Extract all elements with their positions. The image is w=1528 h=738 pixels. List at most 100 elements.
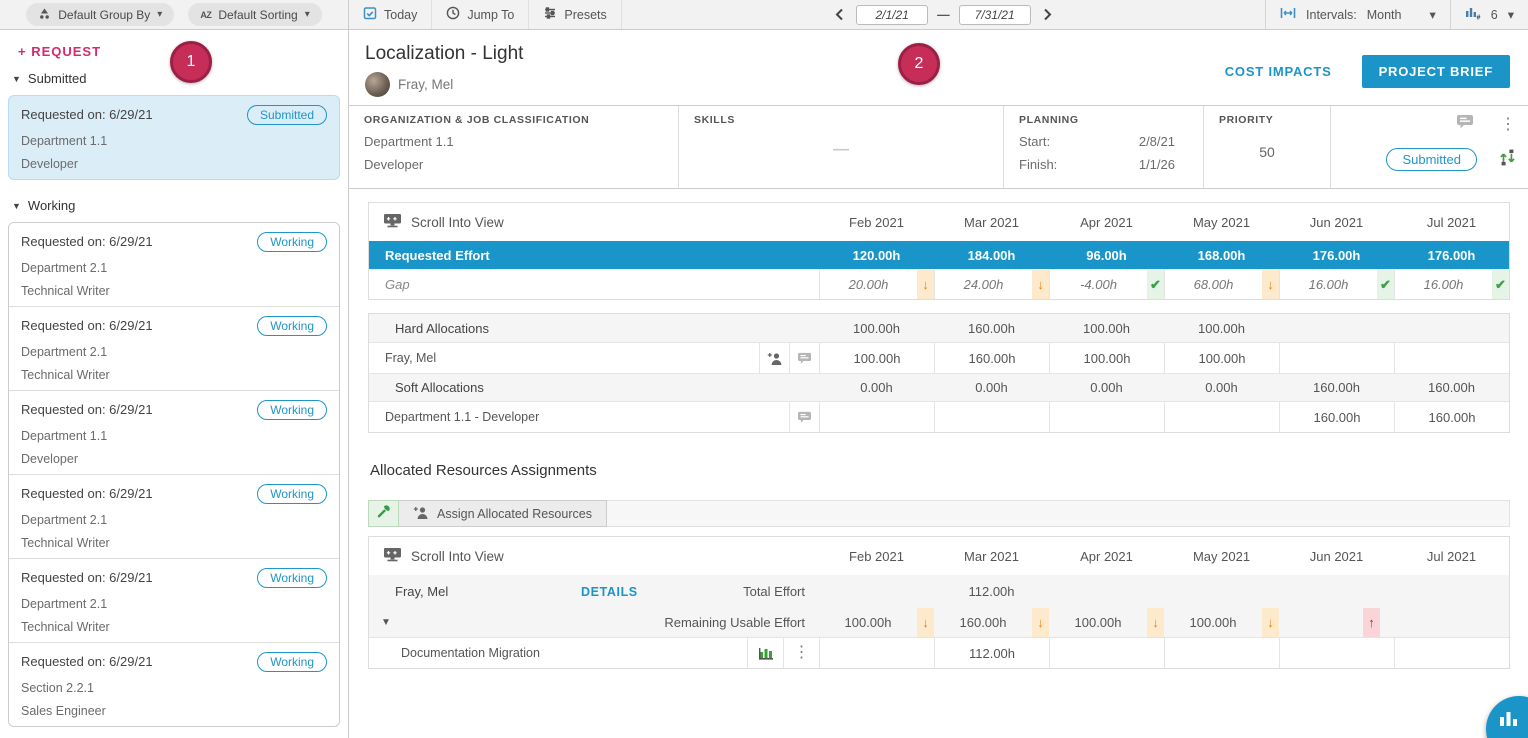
owner-name: Fray, Mel <box>398 77 453 92</box>
tools-button[interactable] <box>368 500 399 527</box>
expand-collapse-icon[interactable]: ▼ <box>369 617 581 628</box>
alloc-cell <box>1049 402 1164 432</box>
soft-allocations-row: Soft Allocations 0.00h 0.00h 0.00h 0.00h… <box>369 373 1509 401</box>
scroll-into-view-button[interactable]: Scroll Into View <box>369 547 504 565</box>
sorting-dropdown[interactable]: AZ Default Sorting ▾ <box>188 3 321 26</box>
request-card[interactable]: Requested on: 6/29/21 Working Department… <box>9 306 339 390</box>
request-card[interactable]: Requested on: 6/29/21 Working Department… <box>9 390 339 474</box>
task-cell: 112.00h <box>934 638 1049 668</box>
month-header: Apr 2021 <box>1049 537 1164 575</box>
alloc-total-cell <box>1279 314 1394 342</box>
date-range-control: — <box>622 5 1265 25</box>
visible-intervals-dropdown[interactable]: # 6 ▾ <box>1450 0 1528 29</box>
jump-to-button[interactable]: Jump To <box>432 0 529 29</box>
down-indicator-icon: ↓ <box>1032 608 1049 637</box>
intervals-value: Month <box>1367 8 1402 22</box>
status-badge: Working <box>257 484 327 504</box>
workflow-status-icon[interactable] <box>1499 149 1516 171</box>
priority-cell: PRIORITY 50 <box>1204 106 1331 188</box>
request-card[interactable]: Requested on: 6/29/21 Working Department… <box>9 558 339 642</box>
soft-resource-row: Department 1.1 - Developer 160.00h 160.0… <box>369 401 1509 432</box>
assignments-toolbar: Assign Allocated Resources <box>368 500 1510 527</box>
remaining-cell: 100.00h ↓ <box>1164 608 1279 637</box>
sorting-label: Default Sorting <box>218 8 297 22</box>
request-date: Requested on: 6/29/21 <box>21 652 153 669</box>
effort-cell: 184.00h <box>934 241 1049 269</box>
total-effort-label: Total Effort <box>743 584 819 599</box>
assign-allocated-resources-button[interactable]: Assign Allocated Resources <box>399 500 607 527</box>
group-by-dropdown[interactable]: Default Group By ▾ <box>26 3 174 26</box>
month-header: Jul 2021 <box>1394 203 1509 241</box>
today-label: Today <box>384 8 417 22</box>
request-org: Section 2.2.1 <box>21 681 327 695</box>
month-header: May 2021 <box>1164 203 1279 241</box>
total-effort-cell <box>1049 575 1164 608</box>
intervals-dropdown[interactable]: Month ▾ <box>1367 7 1436 22</box>
requests-list: + REQUEST ▼ Submitted Requested on: 6/29… <box>0 30 348 738</box>
alloc-total-cell: 100.00h <box>1164 314 1279 342</box>
alloc-cell <box>819 402 934 432</box>
intervals-icon <box>1280 7 1296 22</box>
month-header: May 2021 <box>1164 537 1279 575</box>
cost-impacts-link[interactable]: COST IMPACTS <box>1225 64 1332 79</box>
more-options-icon[interactable]: ⋮ <box>1500 117 1516 133</box>
chevron-down-icon: ▾ <box>157 9 162 20</box>
request-card[interactable]: Requested on: 6/29/21 Working Department… <box>9 223 339 306</box>
resource-name: Fray, Mel <box>369 584 581 599</box>
request-card[interactable]: Requested on: 6/29/21 Working Department… <box>9 474 339 558</box>
priority-label: PRIORITY <box>1219 114 1315 126</box>
assign-person-icon[interactable] <box>759 343 789 373</box>
request-org: Department 2.1 <box>21 345 327 359</box>
more-options-icon[interactable]: ⋮ <box>783 638 819 668</box>
effort-cell: 96.00h <box>1049 241 1164 269</box>
comment-icon[interactable] <box>1456 114 1474 135</box>
sidebar-topbar: Default Group By ▾ AZ Default Sorting ▾ <box>0 0 348 30</box>
app-window: Default Group By ▾ AZ Default Sorting ▾ … <box>0 0 1528 738</box>
gap-row: Gap 20.00h ↓ 24.00h ↓ -4.00h ✔ 68.00h <box>369 269 1509 299</box>
project-brief-button[interactable]: PROJECT BRIEF <box>1362 55 1510 88</box>
total-effort-cell <box>1164 575 1279 608</box>
range-dash: — <box>937 8 950 22</box>
requested-effort-grid: Scroll Into View Feb 2021 Mar 2021 Apr 2… <box>368 202 1510 300</box>
main-panel: Today Jump To Presets — <box>349 0 1528 738</box>
remaining-cell <box>1394 608 1509 637</box>
gap-label: Gap <box>369 270 819 299</box>
alloc-cell <box>934 402 1049 432</box>
alloc-total-cell: 160.00h <box>934 314 1049 342</box>
request-date: Requested on: 6/29/21 <box>21 232 153 249</box>
alloc-cell: 100.00h <box>1164 343 1279 373</box>
task-cell <box>819 638 934 668</box>
section-collapse-icon: ▼ <box>12 74 21 84</box>
requests-sidebar: Default Group By ▾ AZ Default Sorting ▾ … <box>0 0 349 738</box>
presets-button[interactable]: Presets <box>529 0 621 29</box>
range-prev-button[interactable] <box>832 6 847 23</box>
group-by-label: Default Group By <box>58 8 150 22</box>
range-end-input[interactable] <box>959 5 1031 25</box>
gap-check-indicator-icon: ✔ <box>1377 270 1394 299</box>
request-role: Developer <box>21 452 327 466</box>
range-start-input[interactable] <box>856 5 928 25</box>
comment-icon[interactable] <box>789 343 819 373</box>
assignments-heading: Allocated Resources Assignments <box>370 462 1510 479</box>
alloc-total-cell: 0.00h <box>934 374 1049 401</box>
month-header: Feb 2021 <box>819 537 934 575</box>
comment-icon[interactable] <box>789 402 819 432</box>
request-card[interactable]: Requested on: 6/29/21 Working Section 2.… <box>9 642 339 726</box>
alloc-cell: 100.00h <box>1049 343 1164 373</box>
effort-cell: 176.00h <box>1279 241 1394 269</box>
today-button[interactable]: Today <box>349 0 432 29</box>
working-section-header[interactable]: ▼ Working <box>12 198 340 213</box>
chevron-down-icon: ▾ <box>305 9 310 20</box>
scroll-into-view-button[interactable]: Scroll Into View <box>369 213 504 231</box>
request-status-badge: Submitted <box>1386 148 1477 171</box>
range-next-button[interactable] <box>1040 6 1055 23</box>
details-link[interactable]: DETAILS <box>581 585 638 599</box>
request-date: Requested on: 6/29/21 <box>21 568 153 585</box>
remaining-usable-effort-row: ▼ Remaining Usable Effort 100.00h ↓ 160.… <box>369 608 1509 637</box>
effort-distribution-icon[interactable] <box>747 638 783 668</box>
gap-down-indicator-icon: ↓ <box>1262 270 1279 299</box>
request-card-submitted[interactable]: Requested on: 6/29/21 Submitted Departme… <box>8 95 340 180</box>
request-role: Sales Engineer <box>21 704 327 718</box>
group-by-icon <box>38 7 51 23</box>
alloc-cell <box>1279 343 1394 373</box>
